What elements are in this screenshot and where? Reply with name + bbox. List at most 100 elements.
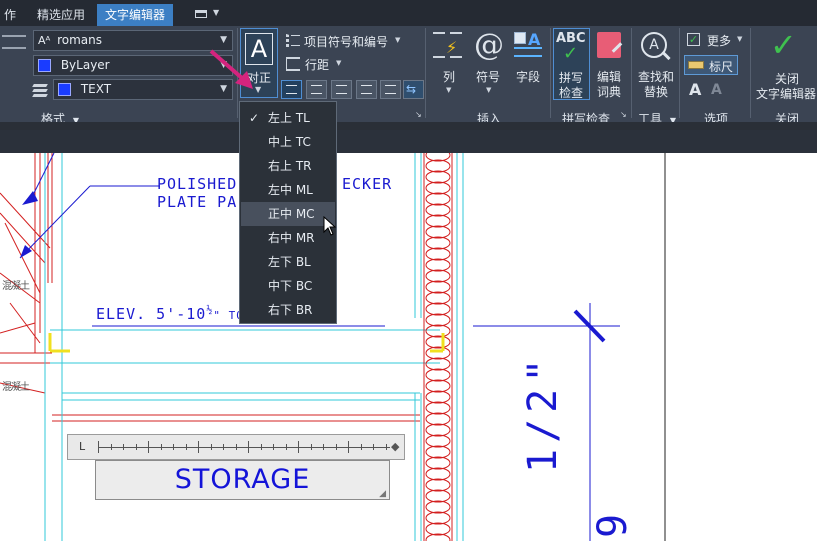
storage-text[interactable]: STORAGE — [175, 464, 311, 495]
ribbon-options-button[interactable]: ▼ — [190, 6, 222, 22]
chevron-down-icon: ▼ — [336, 59, 342, 67]
insulation-loop — [425, 302, 451, 316]
more-label: 更多 — [707, 34, 732, 48]
resize-handle-icon[interactable]: ◢ — [379, 489, 387, 499]
ruler-tick — [273, 444, 274, 450]
ruler-tick — [298, 441, 299, 453]
menu-item-ml[interactable]: 左中 ML — [241, 178, 335, 202]
ruler-tick — [160, 444, 162, 450]
insulation-loop — [425, 203, 451, 217]
spell-check-button[interactable]: ABC ✓ 拼写 检查 — [553, 28, 590, 100]
justify-text-button[interactable] — [356, 80, 377, 99]
insulation-loop — [425, 346, 451, 360]
layer-value: TEXT — [80, 82, 112, 96]
mtext-editor-box[interactable]: STORAGE ◢ — [95, 460, 390, 500]
menu-item-tl[interactable]: ✓ 左上 TL — [241, 106, 335, 130]
abc-check-icon: ABC ✓ — [556, 31, 586, 64]
decrease-font-button[interactable]: A — [711, 82, 731, 102]
color-swatch — [38, 59, 51, 72]
distribute-button[interactable] — [380, 80, 401, 99]
autocad-window: { "tabs": ["作", "精选应用", "文字编辑器"], "forma… — [0, 0, 817, 541]
drawing-canvas[interactable]: 混凝土 混凝土 POLISHED ECKER PLATE PA ELEV. 5'… — [0, 153, 817, 541]
ruler-track — [98, 447, 390, 448]
ruler-width-handle-icon[interactable]: ◆ — [391, 440, 399, 453]
ruler-tick — [185, 444, 187, 450]
menu-item-bc[interactable]: 中下 BC — [241, 274, 335, 298]
dict-label-2: 词典 — [597, 85, 622, 99]
window-icon — [195, 10, 207, 18]
elevation-text: ELEV. 5'-10½" TO — [96, 305, 244, 323]
ruler-tick — [323, 444, 324, 450]
increase-font-button[interactable]: A — [689, 80, 709, 100]
insulation-loop — [425, 291, 451, 305]
insulation-loop — [425, 335, 451, 349]
columns-icon: ⚡ — [433, 32, 463, 60]
spell-dialog-launcher-icon[interactable]: ↘ — [620, 110, 627, 119]
ruler-tick — [148, 441, 149, 453]
color-combo[interactable]: ByLayer ▼ — [33, 55, 233, 76]
ruler-tick — [285, 444, 287, 450]
justify-icon — [361, 85, 372, 94]
insulation-loop — [425, 214, 451, 228]
note-text-line1b: ECKER — [342, 175, 393, 193]
symbol-button[interactable]: @ 符号 ▼ — [472, 28, 506, 96]
ruler-tick — [110, 444, 112, 450]
dictionary-icon — [597, 32, 623, 58]
menu-item-mr[interactable]: 右中 MR — [241, 226, 335, 250]
insulation-loop — [425, 401, 451, 415]
insulation-loop — [425, 269, 451, 283]
chevron-down-icon: ▼ — [395, 36, 401, 44]
field-button[interactable]: A 字段 — [512, 30, 546, 90]
columns-button[interactable]: ⚡ 列 ▼ — [432, 30, 466, 96]
divider — [550, 28, 551, 118]
menu-item-mc[interactable]: 正中 MC — [241, 202, 335, 226]
insulation-loop — [425, 225, 451, 239]
line-spacing-button[interactable]: 行距 ▼ — [284, 55, 354, 73]
distribute-spacing-button[interactable]: ⇆ — [403, 80, 424, 99]
justify-dropdown-menu: ✓ 左上 TL 中上 TC 右上 TR 左中 ML 正中 MC 右中 MR 左下 … — [239, 101, 337, 324]
divider — [631, 28, 632, 118]
menu-item-tc[interactable]: 中上 TC — [241, 130, 335, 154]
divider — [750, 28, 751, 118]
paragraph-dialog-launcher-icon[interactable]: ↘ — [415, 110, 422, 119]
ribbon-tab-bar: 作 精选应用 文字编辑器 ▼ — [0, 0, 817, 26]
align-center-icon — [311, 85, 322, 94]
columns-label: 列 — [443, 70, 456, 84]
align-right-button[interactable] — [331, 80, 352, 99]
dimension-digit: 9 — [590, 512, 636, 538]
tab-featured-apps[interactable]: 精选应用 — [29, 4, 93, 26]
ruler-tick — [385, 444, 387, 450]
ruler-tick — [173, 444, 174, 450]
spell-label-2: 检查 — [559, 86, 584, 100]
tab-text-editor[interactable]: 文字编辑器 — [97, 4, 174, 26]
insulation-loop — [425, 412, 451, 426]
more-button[interactable]: ✓ 更多 ▼ — [685, 31, 747, 49]
menu-item-br[interactable]: 右下 BR — [241, 298, 335, 322]
ruler-tick — [223, 444, 224, 450]
tab-collaborate[interactable]: 作 — [0, 4, 24, 26]
align-left-button[interactable] — [281, 80, 302, 99]
ruler-tick — [348, 441, 349, 453]
ruler-tick — [98, 441, 99, 453]
insulation-loop — [425, 159, 451, 173]
font-combo[interactable]: Aᴬ romans ▼ — [33, 30, 233, 51]
color-value: ByLayer — [60, 58, 110, 72]
line-spacing-label: 行距 — [305, 58, 330, 72]
find-label-2: 替换 — [644, 85, 669, 99]
menu-item-bl[interactable]: 左下 BL — [241, 250, 335, 274]
text-editor-ruler[interactable]: L ◆ — [67, 434, 405, 460]
ruler-toggle-button[interactable]: 标尺 — [684, 55, 738, 75]
align-center-button[interactable] — [306, 80, 327, 99]
find-replace-button[interactable]: A 查找和 替换 — [636, 30, 676, 100]
ruler-tick — [335, 444, 337, 450]
ruler-tick — [135, 444, 137, 450]
ruler-tick — [235, 444, 237, 450]
close-text-editor-button[interactable]: ✓ 关闭 文字编辑器 — [755, 26, 817, 102]
menu-item-tr[interactable]: 右上 TR — [241, 154, 335, 178]
edit-dictionary-button[interactable]: 编辑 词典 — [593, 28, 627, 100]
hatch-label: 混凝土 — [2, 281, 30, 292]
arrows-horizontal-icon: ⇆ — [406, 82, 417, 96]
bullets-button[interactable]: 项目符号和编号 ▼ — [284, 32, 404, 50]
insulation-loop — [425, 456, 451, 470]
layers-icon — [32, 81, 49, 97]
